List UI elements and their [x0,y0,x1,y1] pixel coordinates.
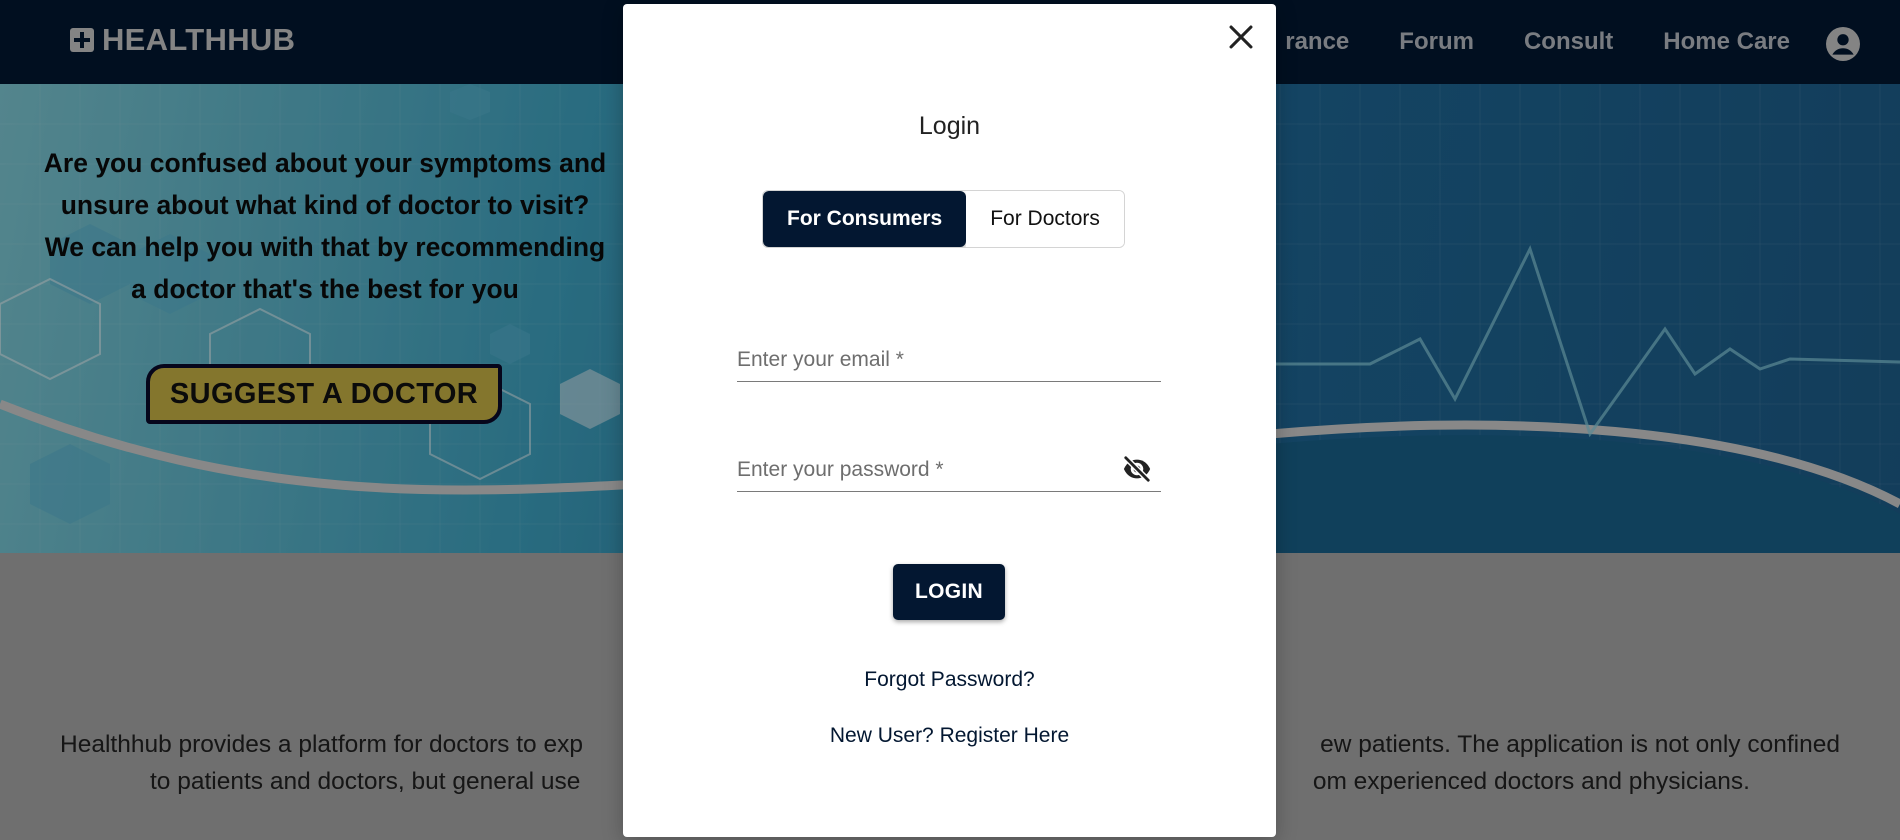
email-field[interactable] [737,338,1161,381]
tab-for-doctors[interactable]: For Doctors [966,191,1124,247]
login-modal: Login For Consumers For Doctors LOGIN Fo… [623,4,1276,837]
modal-title: Login [918,112,981,140]
visibility-off-icon[interactable] [1121,454,1153,484]
tab-for-consumers[interactable]: For Consumers [763,191,967,247]
password-field[interactable] [737,448,1161,491]
email-field-wrapper [737,338,1161,382]
login-button[interactable]: LOGIN [893,564,1005,620]
register-link[interactable]: New User? Register Here [623,724,1276,748]
close-icon[interactable] [1224,20,1258,54]
password-field-wrapper [737,448,1161,492]
forgot-password-link[interactable]: Forgot Password? [623,668,1276,692]
user-type-toggle: For Consumers For Doctors [762,190,1125,248]
